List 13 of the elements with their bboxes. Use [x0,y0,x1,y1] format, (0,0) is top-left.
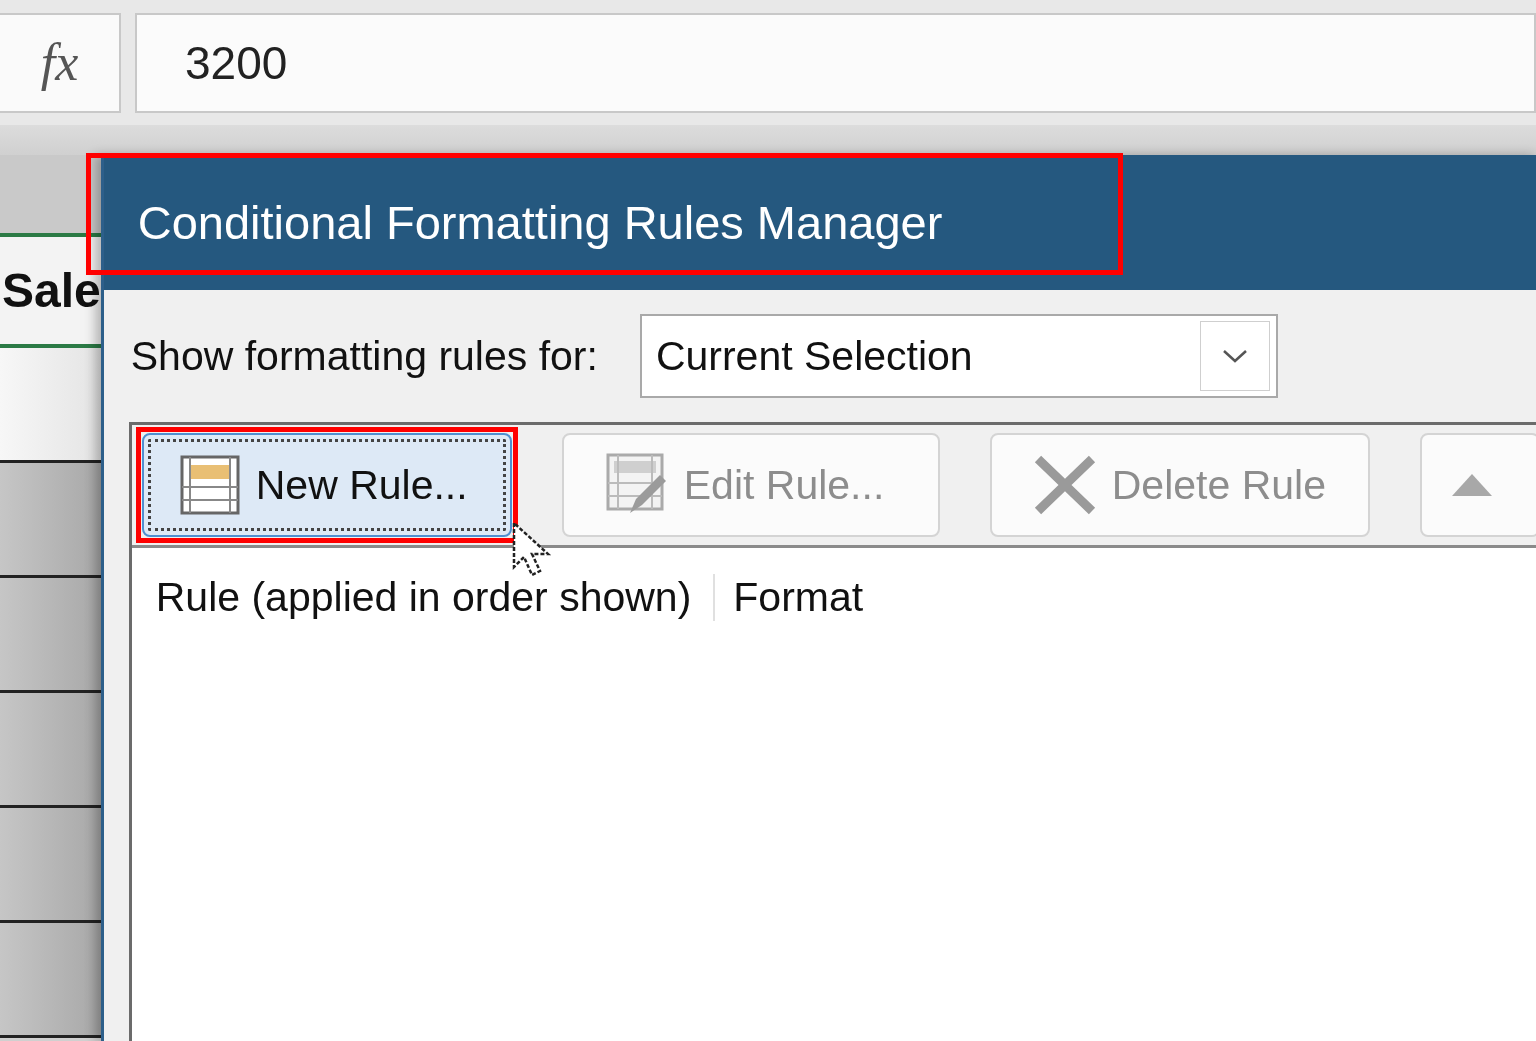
scope-label: Show formatting rules for: [130,332,598,380]
up-triangle-icon [1451,474,1492,496]
function-button[interactable]: fx [0,12,121,113]
x-icon [1033,455,1096,515]
dialog-title: Conditional Formatting Rules Manager [137,195,943,250]
chevron-down-icon [1221,349,1248,363]
column-header[interactable]: Format [713,574,886,621]
new-rule-button[interactable]: New Rule... [141,433,512,537]
cell-text: Sale [2,263,101,318]
table-icon [179,455,240,515]
column-header[interactable]: Rule (applied in order shown) [131,574,714,621]
formula-input[interactable]: 3200 [135,12,1536,113]
scope-dropdown[interactable]: Current Selection [639,314,1278,398]
